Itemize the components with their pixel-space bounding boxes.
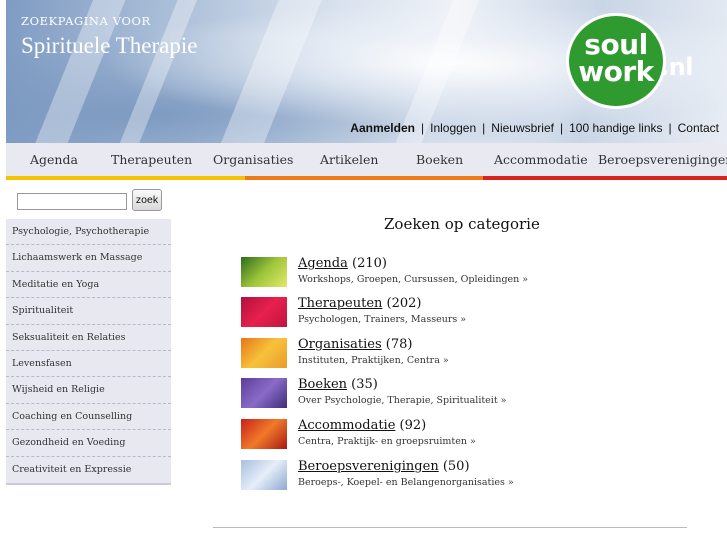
main-nav: Agenda Therapeuten Organisaties Artikele… bbox=[6, 143, 727, 176]
header-title: Spirituele Therapie bbox=[21, 33, 198, 58]
top-link-handige-links[interactable]: 100 handige links bbox=[569, 121, 662, 135]
category-description[interactable]: Psychologen, Trainers, Masseurs » bbox=[298, 314, 466, 325]
logo-line2: work bbox=[578, 55, 654, 88]
nav-stripe-yellow bbox=[6, 176, 245, 180]
sidebar-item-wijsheid[interactable]: Wijsheid en Religie bbox=[6, 377, 171, 404]
category-beroepsverenigingen: Beroepsverenigingen (50) Beroeps-, Koepe… bbox=[241, 459, 701, 491]
soulwork-logo[interactable]: soul work bbox=[566, 13, 666, 109]
top-link-aanmelden[interactable]: Aanmelden bbox=[350, 121, 415, 135]
logo-suffix: .nl bbox=[660, 53, 693, 81]
category-thumbnail[interactable] bbox=[241, 460, 287, 490]
top-link-contact[interactable]: Contact bbox=[678, 121, 719, 135]
nav-agenda[interactable]: Agenda bbox=[30, 152, 78, 167]
nav-accommodatie[interactable]: Accommodatie bbox=[494, 152, 588, 167]
search-box: zoek bbox=[6, 182, 171, 218]
category-organisaties: Organisaties (78) Instituten, Praktijken… bbox=[241, 337, 701, 369]
top-link-inloggen[interactable]: Inloggen bbox=[430, 121, 476, 135]
sidebar-item-meditatie[interactable]: Meditatie en Yoga bbox=[6, 272, 171, 299]
category-link[interactable]: Boeken bbox=[298, 377, 347, 392]
category-thumbnail[interactable] bbox=[241, 419, 287, 449]
category-link[interactable]: Beroepsverenigingen bbox=[298, 459, 439, 474]
category-thumbnail[interactable] bbox=[241, 378, 287, 408]
sidebar-item-levensfasen[interactable]: Levensfasen bbox=[6, 351, 171, 378]
nav-stripe-orange bbox=[245, 176, 483, 180]
category-description[interactable]: Centra, Praktijk- en groepsruimten » bbox=[298, 436, 476, 447]
nav-therapeuten[interactable]: Therapeuten bbox=[111, 152, 192, 167]
category-description[interactable]: Beroeps-, Koepel- en Belangenorganisatie… bbox=[298, 477, 514, 488]
top-links: Aanmelden | Inloggen | Nieuwsbrief | 100 handi… bbox=[350, 121, 719, 135]
category-count: (78) bbox=[385, 337, 413, 352]
category-thumbnail[interactable] bbox=[241, 297, 287, 327]
category-thumbnail[interactable] bbox=[241, 257, 287, 287]
category-description[interactable]: Workshops, Groepen, Cursussen, Opleiding… bbox=[298, 274, 528, 285]
category-count: (50) bbox=[442, 459, 470, 474]
sidebar-item-spiritualiteit[interactable]: Spiritualiteit bbox=[6, 298, 171, 325]
nav-artikelen[interactable]: Artikelen bbox=[320, 152, 378, 167]
sidebar-item-coaching[interactable]: Coaching en Counselling bbox=[6, 404, 171, 431]
category-description[interactable]: Instituten, Praktijken, Centra » bbox=[298, 355, 449, 366]
top-link-nieuwsbrief[interactable]: Nieuwsbrief bbox=[491, 121, 554, 135]
category-link[interactable]: Agenda bbox=[298, 256, 348, 271]
sidebar: Psychologie, Psychotherapie Lichaamswerk… bbox=[6, 219, 171, 485]
category-link[interactable]: Accommodatie bbox=[298, 418, 395, 433]
search-button[interactable]: zoek bbox=[132, 189, 162, 211]
sidebar-item-seksualiteit[interactable]: Seksualiteit en Relaties bbox=[6, 325, 171, 351]
category-link[interactable]: Organisaties bbox=[298, 337, 382, 352]
footer-divider bbox=[213, 527, 687, 528]
category-count: (210) bbox=[352, 256, 387, 271]
category-therapeuten: Therapeuten (202) Psychologen, Trainers,… bbox=[241, 296, 701, 328]
sidebar-item-psychologie[interactable]: Psychologie, Psychotherapie bbox=[6, 219, 171, 246]
nav-boeken[interactable]: Boeken bbox=[416, 152, 463, 167]
category-count: (92) bbox=[399, 418, 427, 433]
category-accommodatie: Accommodatie (92) Centra, Praktijk- en g… bbox=[241, 418, 701, 450]
nav-organisaties[interactable]: Organisaties bbox=[213, 152, 293, 167]
category-count: (35) bbox=[351, 377, 378, 392]
search-input[interactable] bbox=[17, 193, 127, 210]
category-link[interactable]: Therapeuten bbox=[298, 296, 382, 311]
sidebar-item-creativiteit[interactable]: Creativiteit en Expressie bbox=[6, 457, 171, 483]
nav-beroepsverenigingen[interactable]: Beroepsverenigingen bbox=[598, 152, 727, 167]
category-description[interactable]: Over Psychologie, Therapie, Spiritualite… bbox=[298, 395, 507, 406]
nav-stripe-red bbox=[483, 176, 727, 180]
category-thumbnail[interactable] bbox=[241, 338, 287, 368]
category-agenda: Agenda (210) Workshops, Groepen, Cursuss… bbox=[241, 256, 701, 288]
sidebar-item-lichaamswerk[interactable]: Lichaamswerk en Massage bbox=[6, 245, 171, 272]
page-heading: Zoeken op categorie bbox=[384, 215, 540, 233]
sidebar-item-gezondheid[interactable]: Gezondheid en Voeding bbox=[6, 430, 171, 457]
category-count: (202) bbox=[386, 296, 422, 311]
category-boeken: Boeken (35) Over Psychologie, Therapie, … bbox=[241, 377, 701, 409]
header-subtitle: ZOEKPAGINA VOOR bbox=[21, 14, 151, 28]
